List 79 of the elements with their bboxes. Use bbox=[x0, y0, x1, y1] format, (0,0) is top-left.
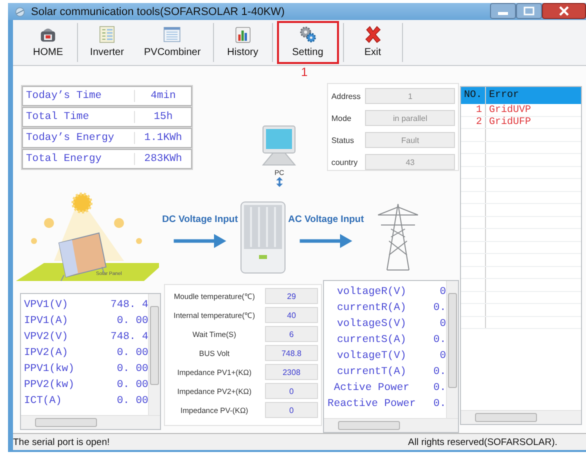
double-arrow-icon bbox=[276, 177, 283, 188]
table-cell-text: VPV1(V) bbox=[23, 299, 70, 312]
summary-label: Today’s Time bbox=[23, 90, 135, 102]
table-cell-text: 0 bbox=[438, 350, 446, 362]
field-label: country bbox=[331, 158, 359, 167]
value-field[interactable]: 6 bbox=[265, 326, 318, 342]
flow-label: AC Voltage Input bbox=[288, 214, 364, 226]
value-field[interactable]: 2308 bbox=[265, 364, 318, 380]
table-cell-text: IPV2(A) bbox=[23, 347, 70, 360]
table-cell-text: voltageT(V) bbox=[336, 350, 408, 362]
summary-value: 4min bbox=[150, 90, 177, 102]
table-cell-text: 0 bbox=[438, 286, 446, 298]
value-field[interactable]: 40 bbox=[265, 307, 318, 324]
callout-number: 1 bbox=[301, 66, 308, 78]
table-cell-text: Reactive Power bbox=[326, 398, 417, 410]
table-cell-text: 0. 00 bbox=[116, 347, 148, 360]
table-cell-text: 0. 00 bbox=[116, 395, 148, 408]
table-cell-text: Active Power bbox=[332, 382, 410, 394]
table-cell: 1 bbox=[461, 104, 486, 116]
column-header[interactable]: Error bbox=[486, 87, 581, 104]
horizontal-scrollbar[interactable] bbox=[461, 410, 581, 424]
table-cell-text: 0. 00 bbox=[116, 315, 148, 328]
value-field[interactable]: 748.8 bbox=[265, 345, 318, 362]
table-cell-text: 0. bbox=[432, 334, 446, 346]
column-header[interactable]: NO. bbox=[461, 87, 486, 104]
horizontal-scrollbar[interactable] bbox=[324, 418, 458, 432]
summary-label: Today’s Energy bbox=[23, 132, 135, 144]
minimize-button[interactable] bbox=[490, 3, 516, 19]
copyright-text: All rights reserved(SOFARSOLAR). bbox=[408, 436, 558, 448]
field-label: Mode bbox=[331, 114, 352, 123]
table-cell-text: PPV2(kw) bbox=[23, 379, 76, 392]
table-cell-text: GridUVP bbox=[488, 104, 532, 116]
maximize-button[interactable] bbox=[516, 3, 542, 19]
table-cell-text: 0. 00 bbox=[116, 363, 148, 376]
table-cell-text: 0. bbox=[432, 366, 446, 378]
flow-label: DC Voltage Input bbox=[162, 214, 238, 226]
toolbar-button[interactable]: HOME bbox=[23, 21, 73, 64]
right-arrow-icon bbox=[298, 234, 354, 248]
summary-value: 15h bbox=[152, 111, 174, 124]
table-cell-text: currentR(A) bbox=[336, 302, 408, 314]
table-cell-text: GridUFP bbox=[488, 116, 532, 128]
table-cell-text: 748. 4 bbox=[110, 331, 148, 344]
table-cell-text: 0. 00 bbox=[116, 379, 148, 392]
toolbar-button[interactable]: PVCombiner bbox=[136, 21, 209, 64]
toolbar-button[interactable]: Exit bbox=[348, 21, 398, 64]
table-cell-text: 0. bbox=[432, 398, 446, 410]
right-arrow-icon bbox=[172, 234, 228, 248]
toolbar-button[interactable]: Setting bbox=[276, 21, 339, 64]
toolbar-button[interactable]: Inverter bbox=[82, 21, 132, 64]
window-title: Solar communication tools(SOFARSOLAR 1-40KW) bbox=[31, 6, 286, 18]
value-field[interactable]: 0 bbox=[265, 383, 318, 400]
table-cell-text: 0. bbox=[432, 382, 446, 394]
table-cell-text: 748. 4 bbox=[110, 299, 148, 312]
table-cell-text: 0. bbox=[432, 302, 446, 314]
table-cell-text: voltageS(V) bbox=[336, 318, 408, 330]
value-field[interactable]: 29 bbox=[265, 288, 318, 304]
table-cell-text: PPV1(kw) bbox=[23, 363, 76, 376]
horizontal-scrollbar[interactable] bbox=[21, 415, 160, 430]
summary-label: Total Time bbox=[23, 111, 135, 124]
field-label: Status bbox=[331, 136, 356, 145]
table-cell-text: voltageR(V) bbox=[336, 286, 408, 298]
value-field[interactable]: 0 bbox=[265, 402, 318, 418]
status-text: The serial port is open! bbox=[13, 436, 111, 448]
table-cell-text: currentT(A) bbox=[336, 366, 408, 378]
vertical-scrollbar[interactable] bbox=[148, 294, 160, 416]
field-label: Address bbox=[331, 92, 362, 101]
close-button[interactable] bbox=[542, 3, 586, 19]
toolbar-button[interactable]: History bbox=[218, 21, 268, 64]
table-cell-text: IPV1(A) bbox=[23, 315, 70, 328]
table-cell-text: currentS(A) bbox=[336, 334, 408, 346]
summary-value: 283KWh bbox=[143, 153, 184, 166]
summary-value: 1.1KWh bbox=[143, 132, 184, 144]
summary-label: Total Energy bbox=[23, 153, 135, 166]
table-cell-text: 0 bbox=[438, 318, 446, 330]
vertical-scrollbar[interactable] bbox=[446, 281, 458, 418]
app-icon bbox=[14, 6, 26, 18]
table-cell: 2 bbox=[461, 116, 486, 128]
table-cell-text: VPV2(V) bbox=[23, 331, 70, 344]
table-cell-text: ICT(A) bbox=[23, 395, 63, 408]
